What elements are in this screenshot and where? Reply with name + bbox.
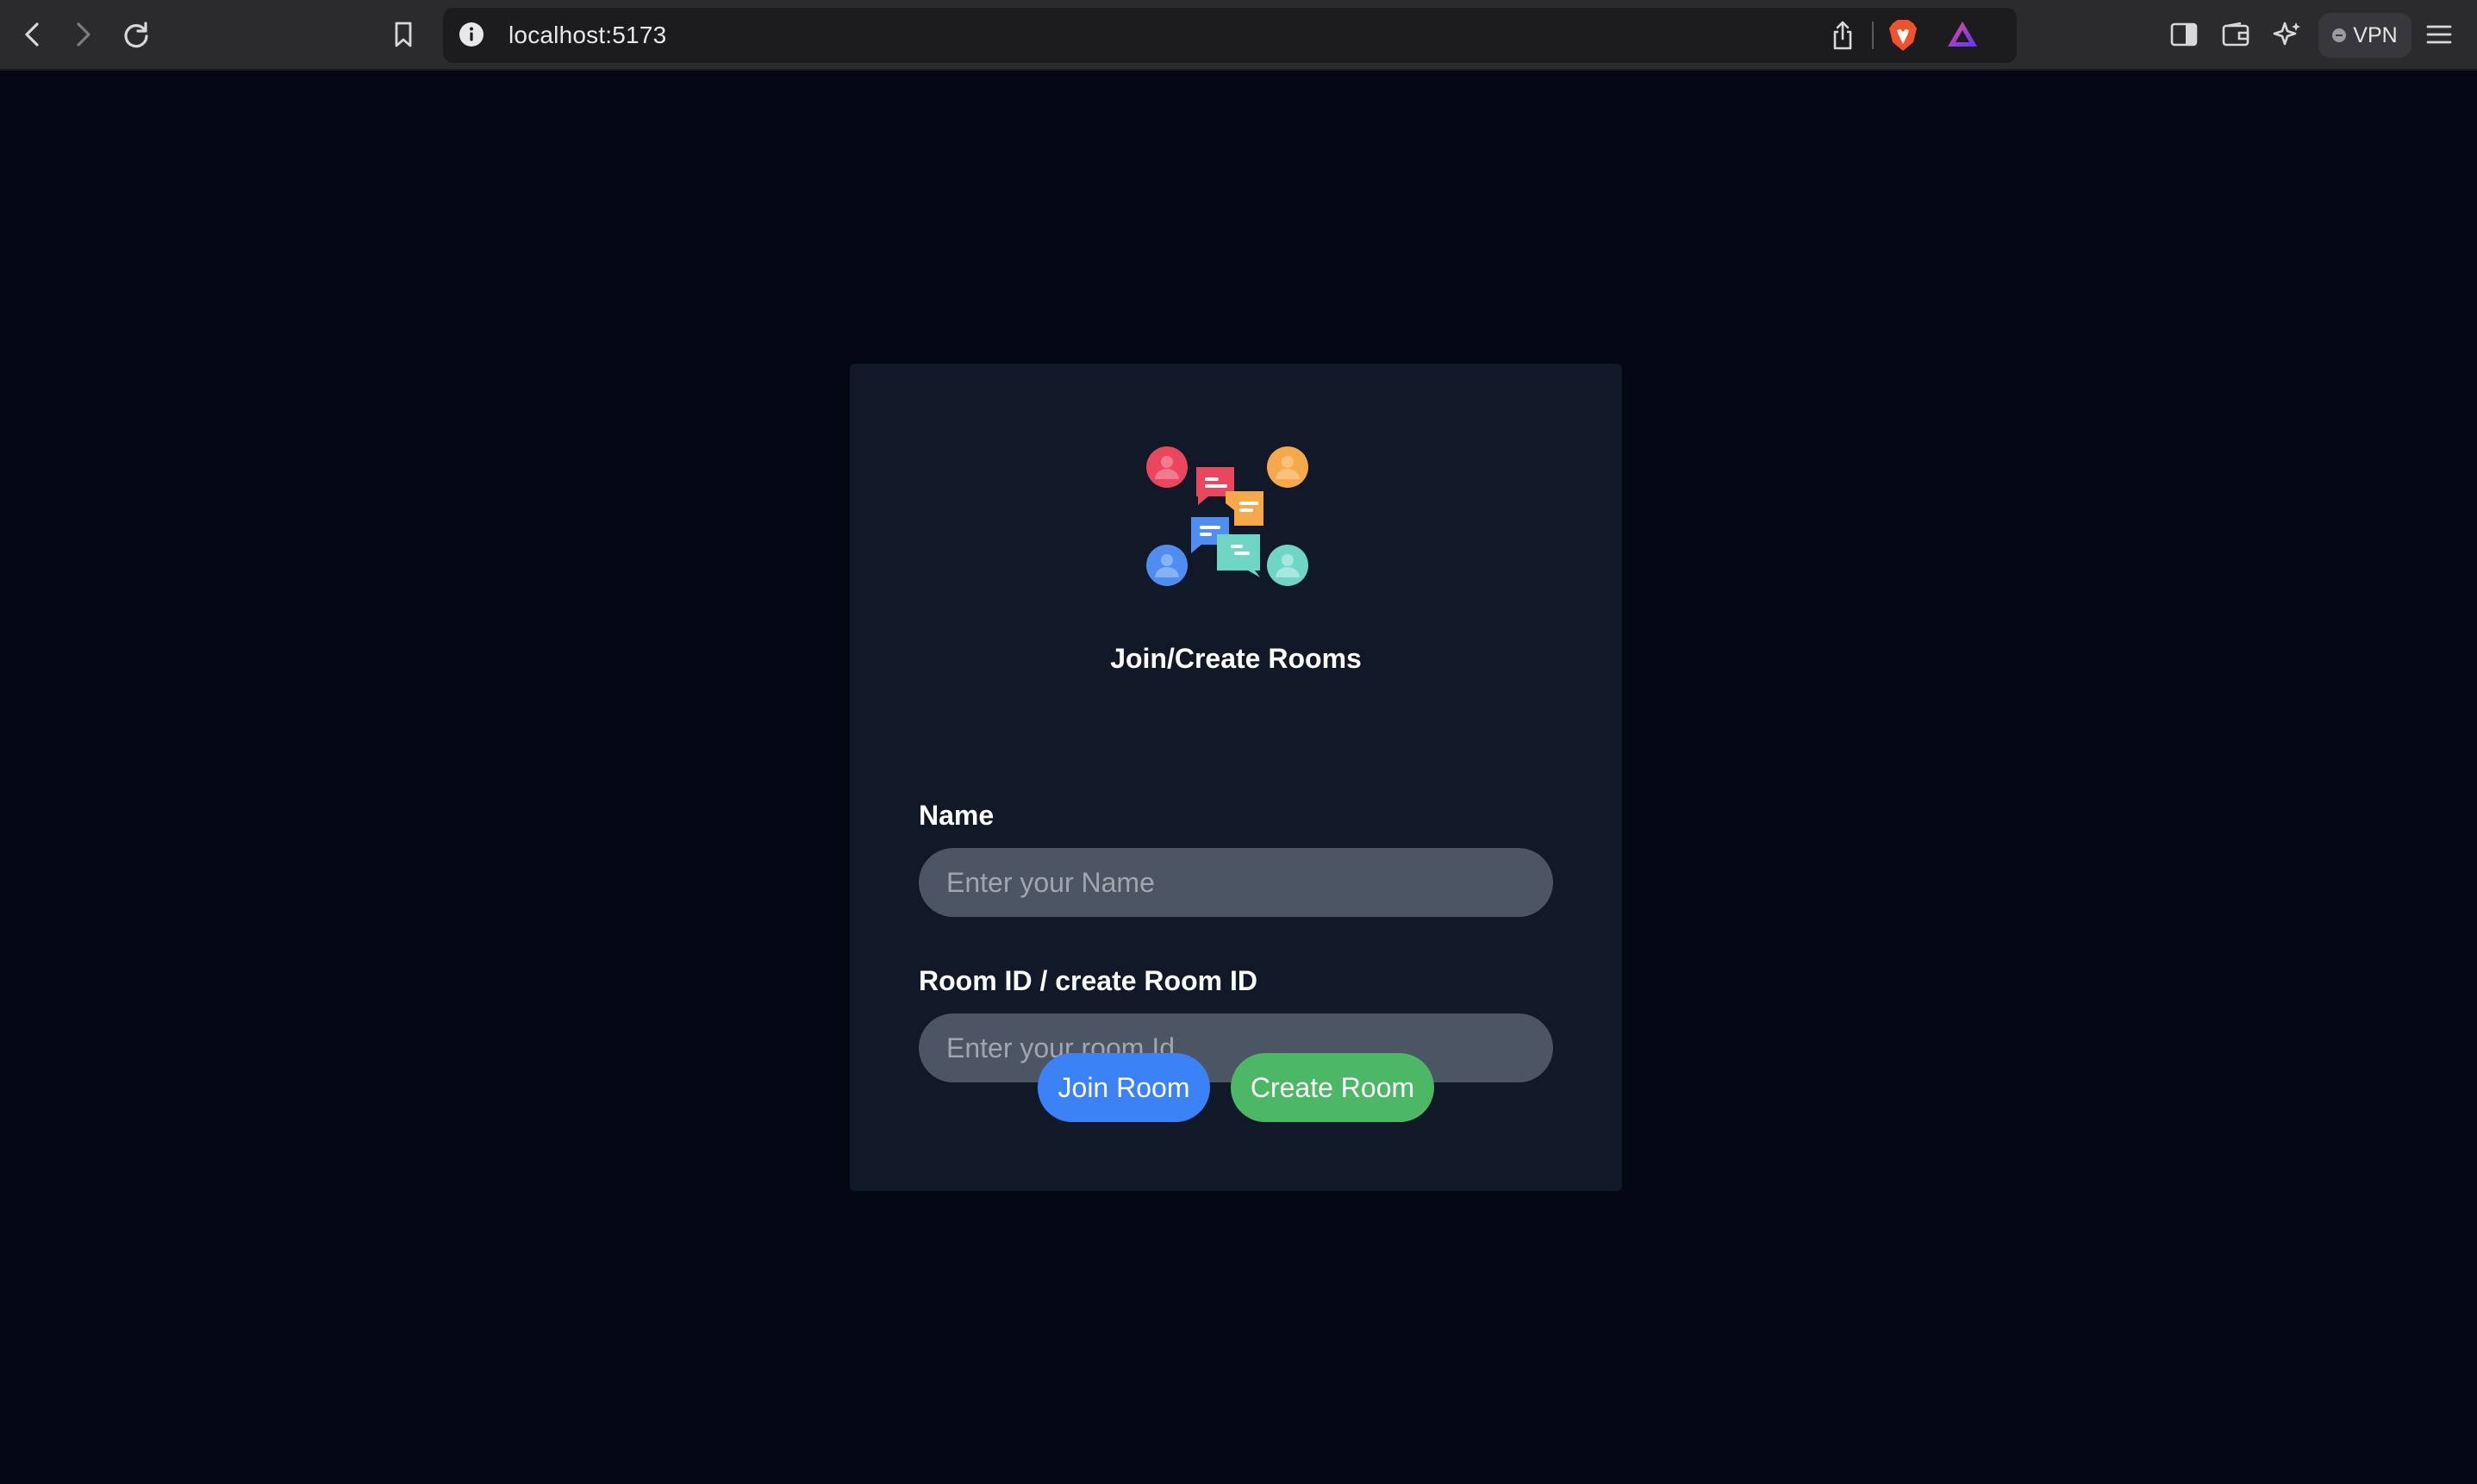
vpn-button[interactable]: VPN xyxy=(2318,13,2411,58)
chevron-left-icon xyxy=(25,22,39,47)
page-title: Join/Create Rooms xyxy=(1110,643,1362,674)
sidebar-toggle-icon xyxy=(2170,22,2198,47)
sparkle-ai-icon xyxy=(2273,22,2300,46)
share-icon[interactable] xyxy=(1831,20,1855,51)
vpn-status-icon xyxy=(2332,28,2347,42)
vpn-label: VPN xyxy=(2353,22,2398,47)
brave-lion-icon[interactable] xyxy=(1887,18,1919,53)
divider xyxy=(1872,22,1874,49)
wallet-button[interactable] xyxy=(2213,12,2258,57)
wallet-icon xyxy=(2222,22,2249,47)
create-room-button[interactable]: Create Room xyxy=(1231,1053,1434,1122)
sidebar-toggle-button[interactable] xyxy=(2162,12,2206,57)
main-menu-button[interactable] xyxy=(2417,12,2461,57)
address-bar[interactable]: localhost:5173 xyxy=(443,8,2017,63)
browser-toolbar: localhost:5173 VPN xyxy=(0,0,2477,71)
bookmark-icon xyxy=(395,22,412,47)
reload-icon xyxy=(124,22,148,48)
join-room-button[interactable]: Join Room xyxy=(1038,1053,1210,1122)
reload-button[interactable] xyxy=(114,12,159,57)
leo-ai-button[interactable] xyxy=(2265,12,2310,57)
back-button[interactable] xyxy=(10,12,55,57)
hamburger-menu-icon xyxy=(2426,25,2452,44)
triangle-rewards-icon[interactable] xyxy=(1946,20,1979,49)
join-room-card: Join/Create Rooms Name Room ID / create … xyxy=(850,364,1622,1191)
info-icon[interactable] xyxy=(459,22,484,47)
name-label: Name xyxy=(919,800,995,831)
url-text[interactable]: localhost:5173 xyxy=(509,8,666,63)
chat-people-logo-icon xyxy=(1146,446,1308,586)
chevron-right-icon xyxy=(77,22,90,47)
room-id-label: Room ID / create Room ID xyxy=(919,965,1257,996)
name-input[interactable] xyxy=(919,848,1553,917)
page-content: Join/Create Rooms Name Room ID / create … xyxy=(0,71,2477,1484)
bookmark-button[interactable] xyxy=(381,12,426,57)
forward-button[interactable] xyxy=(60,12,105,57)
